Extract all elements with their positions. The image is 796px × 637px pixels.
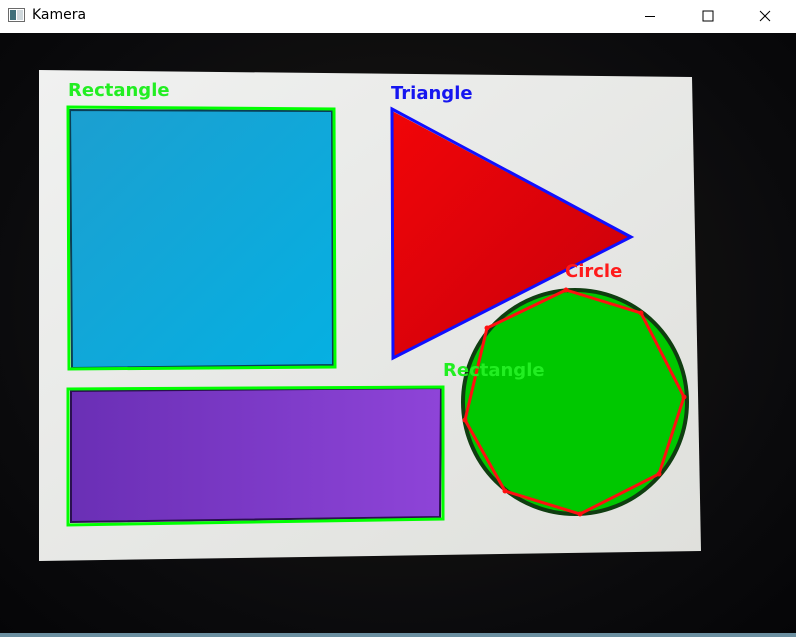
close-icon (759, 10, 771, 22)
window-title: Kamera (32, 7, 87, 23)
minimize-icon (645, 16, 655, 17)
circle-label: Circle (565, 261, 622, 282)
minimize-button[interactable] (627, 0, 673, 32)
rectangle-label-2: Rectangle (443, 360, 545, 381)
camera-feed: Rectangle Triangle Circle Rectangle (0, 33, 796, 633)
taskbar-edge (0, 633, 796, 637)
maximize-icon (702, 10, 714, 22)
purple-rectangle-shape (70, 386, 443, 524)
title-bar[interactable]: Kamera (0, 0, 796, 33)
triangle-label: Triangle (391, 83, 473, 104)
cyan-square-shape (68, 108, 335, 370)
rectangle-label: Rectangle (68, 80, 170, 101)
camera-window: Kamera Rectangle Triangle Circle Rectang… (0, 0, 796, 637)
close-button[interactable] (742, 0, 788, 32)
camera-window-icon (8, 8, 25, 22)
camera-frame: Rectangle Triangle Circle Rectangle (39, 70, 701, 561)
maximize-button[interactable] (685, 0, 731, 32)
